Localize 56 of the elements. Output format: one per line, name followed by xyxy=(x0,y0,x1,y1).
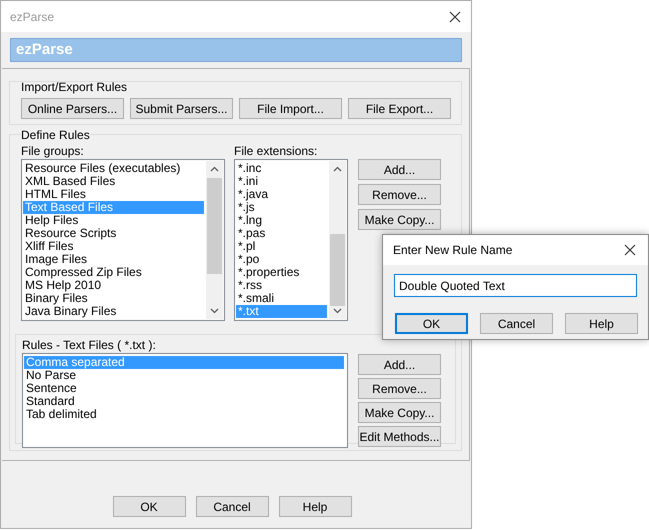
input-field[interactable]: Double Quoted Text xyxy=(394,274,637,297)
list-item[interactable]: Tab delimited xyxy=(24,408,344,421)
banner: ezParse xyxy=(10,38,462,62)
list-item[interactable]: Sentence xyxy=(24,382,344,395)
list-item[interactable]: Standard xyxy=(24,395,344,408)
list-item[interactable]: Resource Files (executables) xyxy=(23,162,204,175)
button[interactable]: Submit Parsers... xyxy=(130,98,233,119)
list-item[interactable]: Java Binary Files xyxy=(23,305,204,318)
button[interactable]: OK xyxy=(112,496,186,517)
list-item[interactable]: Xliff Files xyxy=(23,240,204,253)
button[interactable]: Cancel xyxy=(196,496,268,517)
button[interactable]: Help xyxy=(565,313,638,334)
list-item[interactable]: *.pas xyxy=(236,227,327,240)
button[interactable]: Remove... xyxy=(358,184,441,205)
list-item[interactable]: *.inc xyxy=(236,162,327,175)
button[interactable]: Make Copy... xyxy=(358,209,441,230)
button[interactable]: Add... xyxy=(358,159,441,180)
button[interactable]: Cancel xyxy=(480,313,553,334)
list-item[interactable]: XML Based Files xyxy=(23,175,204,188)
list-item[interactable]: *.java xyxy=(236,188,327,201)
group-title: Define Rules xyxy=(21,129,90,141)
list-item[interactable]: *.po xyxy=(236,253,327,266)
field-label: Rules - Text Files ( *.txt ): xyxy=(22,338,157,352)
dialog-title: Enter New Rule Name xyxy=(393,242,512,259)
button[interactable]: File Export... xyxy=(348,98,451,119)
button[interactable]: OK xyxy=(395,313,468,334)
button[interactable]: Make Copy... xyxy=(358,402,441,423)
list-item[interactable]: *.ini xyxy=(236,175,327,188)
button[interactable]: Remove... xyxy=(358,378,441,399)
list-item[interactable]: Image Files xyxy=(23,253,204,266)
list-item[interactable]: Help Files xyxy=(23,214,204,227)
close-icon[interactable] xyxy=(449,10,461,22)
button[interactable]: Help xyxy=(278,496,352,517)
list-item[interactable]: HTML Files xyxy=(23,188,204,201)
list-item[interactable]: *.lng xyxy=(236,214,327,227)
list-item[interactable]: *.rss xyxy=(236,279,327,292)
list-item[interactable]: MS Help 2010 xyxy=(23,279,204,292)
list-item[interactable]: *.js xyxy=(236,201,327,214)
window-title: ezParse xyxy=(10,8,54,26)
scrollbar[interactable] xyxy=(206,161,223,319)
button[interactable]: Edit Methods... xyxy=(358,426,441,447)
scrollbar[interactable] xyxy=(329,161,346,319)
list-item[interactable]: *.pl xyxy=(236,240,327,253)
list-item[interactable]: *.smali xyxy=(236,292,327,305)
close-icon[interactable] xyxy=(624,244,636,256)
list-item[interactable]: No Parse xyxy=(24,369,344,382)
list-item[interactable]: *.properties xyxy=(236,266,327,279)
field-label: File groups: xyxy=(21,144,85,158)
list-item[interactable]: Binary Files xyxy=(23,292,204,305)
list-item[interactable]: Resource Scripts xyxy=(23,227,204,240)
group-title: Import/Export Rules xyxy=(21,81,128,93)
button[interactable]: Add... xyxy=(358,354,441,375)
field-label: File extensions: xyxy=(234,144,318,158)
button[interactable]: File Import... xyxy=(239,98,342,119)
button[interactable]: Online Parsers... xyxy=(21,98,124,119)
list-item[interactable]: Compressed Zip Files xyxy=(23,266,204,279)
